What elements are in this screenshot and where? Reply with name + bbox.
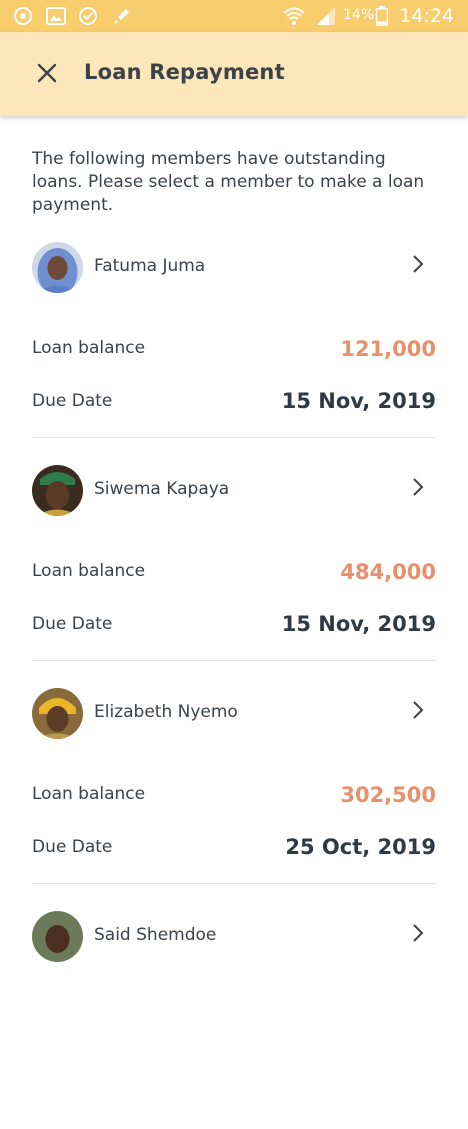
loan-balance-label: Loan balance: [32, 561, 146, 581]
app-bar: Loan Repayment: [0, 32, 468, 116]
chevron-right-icon: [413, 255, 424, 273]
clock: 14:24: [399, 5, 454, 27]
member-row[interactable]: Siwema Kapaya: [0, 460, 468, 522]
divider: [32, 437, 436, 438]
battery-icon: [375, 6, 389, 26]
due-date-label: Due Date: [32, 837, 113, 857]
close-button[interactable]: [28, 54, 66, 92]
member-row[interactable]: Fatuma Juma: [0, 237, 468, 299]
due-date-value: 15 Nov, 2019: [281, 389, 436, 413]
due-date-label: Due Date: [32, 391, 113, 411]
member-name: Siwema Kapaya: [94, 479, 230, 499]
avatar: [32, 465, 83, 516]
close-icon: [37, 63, 57, 83]
app-notification-icon: [14, 7, 32, 25]
divider: [32, 883, 436, 884]
loan-balance-value: 484,000: [340, 560, 436, 584]
signal-icon: [317, 7, 335, 25]
divider: [32, 660, 436, 661]
chevron-right-icon: [413, 924, 424, 942]
intro-text: The following members have outstanding l…: [32, 149, 425, 215]
status-bar: 14% 14:24: [0, 0, 468, 32]
gallery-icon: [46, 7, 66, 25]
browser-icon: [79, 7, 97, 25]
member-name: Said Shemdoe: [94, 925, 217, 945]
due-date-value: 15 Nov, 2019: [281, 612, 436, 636]
avatar: [32, 911, 83, 962]
rocket-icon: [114, 9, 129, 24]
member-card: Siwema Kapaya Loan balance 484,000 Due D…: [0, 460, 468, 683]
loan-balance-value: 302,500: [340, 783, 436, 807]
chevron-right-icon: [413, 701, 424, 719]
member-card: Said Shemdoe: [0, 906, 468, 1129]
member-name: Elizabeth Nyemo: [94, 702, 238, 722]
loan-balance-label: Loan balance: [32, 338, 146, 358]
member-row[interactable]: Elizabeth Nyemo: [0, 683, 468, 745]
chevron-right-icon: [413, 478, 424, 496]
member-name: Fatuma Juma: [94, 256, 206, 276]
page-title: Loan Repayment: [84, 60, 285, 84]
avatar: [32, 242, 83, 293]
member-card: Fatuma Juma Loan balance 121,000 Due Dat…: [0, 237, 468, 460]
member-card: Elizabeth Nyemo Loan balance 302,500 Due…: [0, 683, 468, 906]
avatar: [32, 688, 83, 739]
due-date-label: Due Date: [32, 614, 113, 634]
due-date-value: 25 Oct, 2019: [285, 835, 436, 859]
loan-balance-value: 121,000: [340, 337, 436, 361]
loan-balance-label: Loan balance: [32, 784, 146, 804]
battery-percentage: 14%: [343, 7, 375, 23]
member-row[interactable]: Said Shemdoe: [0, 906, 468, 968]
wifi-icon: [283, 7, 305, 25]
